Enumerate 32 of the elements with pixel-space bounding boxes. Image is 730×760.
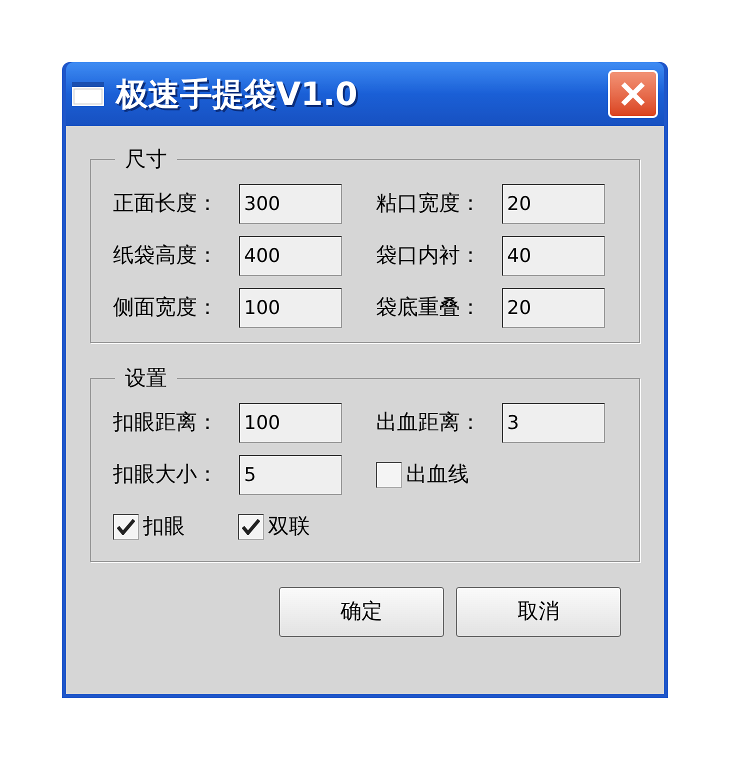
checkbox-label: 扣眼 <box>143 513 185 540</box>
checkmark-icon <box>242 519 260 535</box>
input-field[interactable]: 300 <box>239 184 342 224</box>
checkbox-label: 出血线 <box>406 461 469 488</box>
field-label: 正面长度： <box>113 190 219 218</box>
dialog-button[interactable]: 确定 <box>279 587 444 637</box>
input-field[interactable]: 5 <box>239 455 342 495</box>
checkmark-icon <box>117 519 135 535</box>
field-label: 纸袋高度： <box>113 242 219 270</box>
field-label: 侧面宽度： <box>113 294 219 322</box>
field-label: 扣眼大小： <box>113 461 219 488</box>
field-label: 出血距离： <box>376 409 482 436</box>
field-label: 袋口内衬： <box>376 242 482 270</box>
input-field[interactable]: 100 <box>239 288 342 328</box>
close-button[interactable] <box>608 70 658 118</box>
input-field[interactable]: 400 <box>239 236 342 276</box>
window-icon <box>72 82 104 106</box>
checkbox[interactable] <box>376 462 402 488</box>
field-label: 袋底重叠： <box>376 294 482 322</box>
field-label: 粘口宽度： <box>376 190 482 218</box>
input-field[interactable]: 3 <box>502 403 605 443</box>
input-field[interactable]: 20 <box>502 184 605 224</box>
field-label: 扣眼距离： <box>113 409 219 436</box>
checkbox[interactable] <box>113 514 139 540</box>
input-field[interactable]: 20 <box>502 288 605 328</box>
dialog-button[interactable]: 取消 <box>456 587 621 637</box>
input-field[interactable]: 40 <box>502 236 605 276</box>
close-icon <box>620 81 646 107</box>
window-title: 极速手提袋V1.0 <box>116 74 358 115</box>
checkbox-label: 双联 <box>268 513 310 540</box>
checkbox[interactable] <box>238 514 264 540</box>
input-field[interactable]: 100 <box>239 403 342 443</box>
